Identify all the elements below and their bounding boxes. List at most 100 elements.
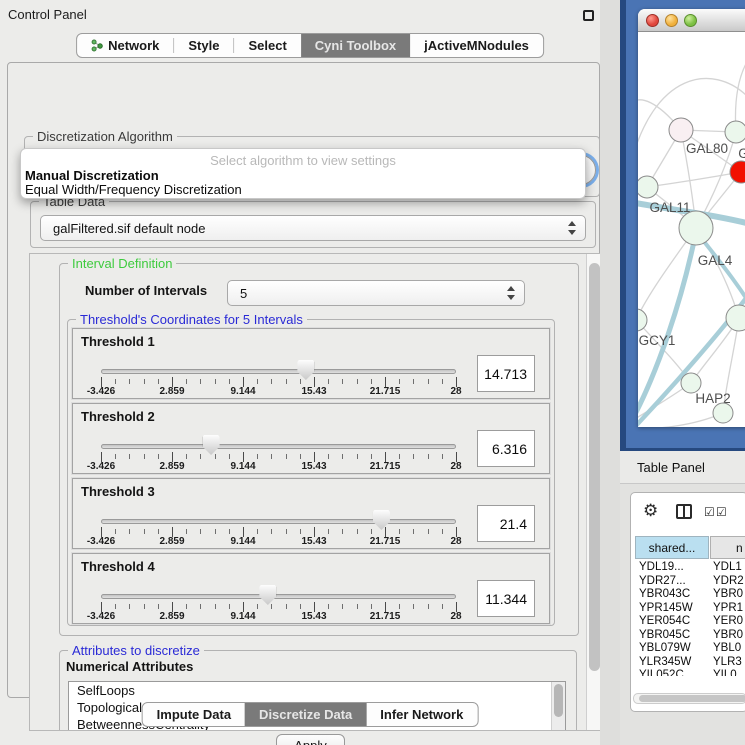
column-header-name[interactable]: n [710,536,745,559]
table-row[interactable]: YPR145WYPR1 [631,602,745,616]
table-row[interactable]: YIL052CYIL0 [631,669,745,676]
slider-track[interactable] [101,444,456,449]
table-data-value: galFiltered.sif default node [53,221,205,236]
cell-name: YIL0 [713,669,737,676]
numerical-attributes-label: Numerical Attributes [66,659,193,674]
tick-label: 2.859 [159,461,184,472]
tab-style[interactable]: Style [174,34,233,57]
algorithm-option-manual[interactable]: Manual Discretization [25,168,159,183]
float-window-icon[interactable] [583,10,594,21]
tab-select[interactable]: Select [234,34,300,57]
threshold-label: Threshold 3 [81,484,155,499]
network-node-gal80[interactable] [669,118,693,142]
minor-tick [144,454,145,459]
tab-label: Discretize Data [259,707,352,722]
settings-scrollpane: Interval Definition Number of Intervals … [29,253,603,731]
cell-shared-name: YBL079W [639,642,691,654]
minor-tick [186,454,187,459]
tick-label: 21.715 [370,461,401,472]
group-title: Threshold's Coordinates for 5 Intervals [76,312,307,327]
tab-impute-data[interactable]: Impute Data [143,703,245,726]
network-node-c[interactable] [730,161,745,183]
tick-label: 21.715 [370,536,401,547]
table-row[interactable]: YBR043CYBR0 [631,588,745,602]
scrollbar-thumb[interactable] [589,263,600,671]
minor-tick [257,454,258,459]
network-edge[interactable] [647,172,741,187]
number-of-intervals-spinner[interactable]: 5 [227,280,525,306]
table-row[interactable]: YDR27... YDR2 [631,575,745,589]
slider-track[interactable] [101,369,456,374]
network-canvas[interactable]: GAL80GACGAL11GAL4GCY1HHAP2 [638,32,745,427]
cell-shared-name: YDR27... [639,575,686,587]
close-traffic-light[interactable] [646,14,659,27]
tab-label: Style [188,38,219,53]
table-data-combo[interactable]: galFiltered.sif default node [40,215,586,241]
minor-tick [371,454,372,459]
checkbox-icon[interactable]: ☑ [704,505,715,519]
attributes-scrollbar[interactable] [551,682,565,731]
column-header-shared-name[interactable]: shared... [635,536,709,559]
threshold-value-field[interactable]: 11.344 [477,580,535,617]
network-node[interactable] [713,403,733,423]
table-horizontal-scrollbar[interactable] [633,693,745,704]
minor-tick [413,604,414,609]
network-node-ga[interactable] [725,121,745,143]
slider-track[interactable] [101,519,456,524]
network-node-gcy1[interactable] [638,309,647,331]
zoom-traffic-light[interactable] [684,14,697,27]
tick-label: 15.43 [301,611,326,622]
threshold-value-field[interactable]: 6.316 [477,430,535,467]
tick-label: 9.144 [230,611,255,622]
threshold-panel: Threshold 2-3.4262.8599.14415.4321.71528… [72,403,550,474]
network-node-h[interactable] [726,305,745,331]
table-row[interactable]: YDL19...YDL1 [631,561,745,575]
network-edge[interactable] [638,413,723,427]
minor-tick [186,604,187,609]
algorithm-dropdown-popup: Select algorithm to view settings Manual… [20,148,586,199]
apply-button[interactable]: Apply [276,734,345,745]
table-panel-header: Table Panel [620,451,745,484]
table-row[interactable]: YBL079W YBL0 [631,642,745,656]
minor-tick [158,604,159,609]
minor-tick [328,454,329,459]
threshold-value-field[interactable]: 21.4 [477,505,535,542]
combo-arrows-icon [568,221,576,235]
table-row[interactable]: YBR045CYBR0 [631,629,745,643]
tab-cyni-toolbox[interactable]: Cyni Toolbox [301,34,410,57]
checkbox-icon[interactable]: ☑ [716,505,727,519]
tab-network[interactable]: Network [77,34,173,57]
network-node-hap2[interactable] [681,373,701,393]
cell-name: YDR2 [713,575,744,587]
network-node-gal4[interactable] [679,211,713,245]
tick-label: 15.43 [301,536,326,547]
threshold-panel: Threshold 4-3.4262.8599.14415.4321.71528… [72,553,550,624]
table-row[interactable]: YLR345WYLR3 [631,656,745,670]
minor-tick [144,604,145,609]
network-window-titlebar[interactable] [638,9,745,32]
cell-name: YLR3 [713,656,742,668]
minor-tick [229,454,230,459]
minor-tick [286,604,287,609]
minor-tick [328,604,329,609]
tab-jactivemnodules[interactable]: jActiveMNodules [410,34,543,57]
minor-tick [271,454,272,459]
tab-discretize-data[interactable]: Discretize Data [245,703,366,726]
minor-tick [271,379,272,384]
table-row[interactable]: YER054CYER0 [631,615,745,629]
threshold-label: Threshold 4 [81,559,155,574]
column-layout-icon[interactable] [676,504,692,519]
scrollbar-thumb[interactable] [639,695,745,702]
minimize-traffic-light[interactable] [665,14,678,27]
scrollbar-thumb[interactable] [554,684,563,717]
attribute-list-item[interactable]: SelfLoops [69,682,565,699]
tab-infer-network[interactable]: Infer Network [366,703,477,726]
algorithm-option-equal-width[interactable]: Equal Width/Frequency Discretization [25,182,242,197]
gear-icon[interactable]: ⚙ [643,501,658,521]
slider-track[interactable] [101,594,456,599]
minor-tick [186,529,187,534]
spinner-arrows-icon [507,286,515,300]
threshold-value-field[interactable]: 14.713 [477,355,535,392]
cell-name: YBL0 [713,642,741,654]
network-node-gal11[interactable] [638,176,658,198]
